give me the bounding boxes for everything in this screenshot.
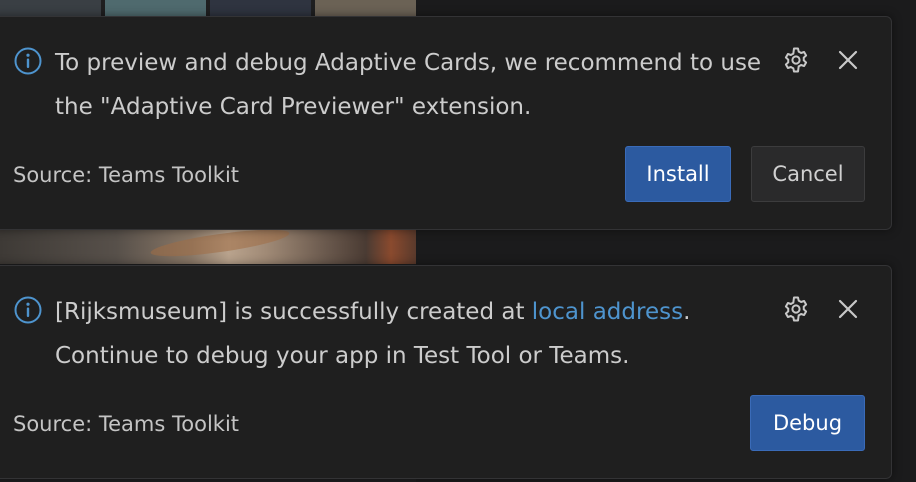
background-photo bbox=[0, 224, 416, 264]
notification-source: Source: Teams Toolkit bbox=[13, 412, 240, 436]
local-address-link[interactable]: local address bbox=[532, 299, 683, 325]
notification-text: To preview and debug Adaptive Cards, we … bbox=[55, 50, 762, 120]
notification-toast: To preview and debug Adaptive Cards, we … bbox=[0, 16, 892, 230]
notification-toast: [Rijksmuseum] is successfully created at… bbox=[0, 265, 892, 479]
cancel-button[interactable]: Cancel bbox=[751, 146, 865, 202]
install-button[interactable]: Install bbox=[625, 146, 731, 202]
close-icon[interactable] bbox=[833, 294, 863, 324]
info-icon bbox=[13, 46, 43, 76]
gear-icon[interactable] bbox=[781, 45, 811, 75]
toast-header-actions bbox=[781, 45, 863, 75]
toast-buttons: Install Cancel bbox=[625, 146, 865, 202]
message-text: [Rijksmuseum] is successfully created at bbox=[55, 299, 532, 325]
notification-message: [Rijksmuseum] is successfully created at… bbox=[55, 290, 775, 378]
message-punctuation: . bbox=[683, 299, 691, 325]
toast-buttons: Debug bbox=[750, 395, 865, 451]
notification-message: To preview and debug Adaptive Cards, we … bbox=[55, 41, 775, 129]
notification-source: Source: Teams Toolkit bbox=[13, 163, 240, 187]
debug-button[interactable]: Debug bbox=[750, 395, 865, 451]
gear-icon[interactable] bbox=[781, 294, 811, 324]
info-icon bbox=[13, 295, 43, 325]
toast-header-actions bbox=[781, 294, 863, 324]
message-line-2: Continue to debug your app in Test Tool … bbox=[55, 343, 630, 369]
close-icon[interactable] bbox=[833, 45, 863, 75]
